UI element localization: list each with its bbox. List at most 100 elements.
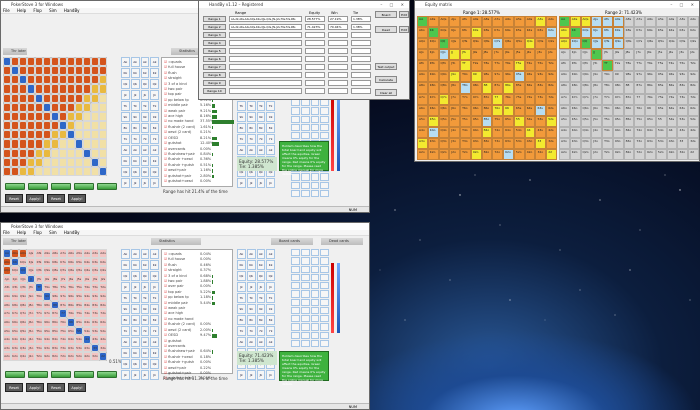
- card-slot[interactable]: [291, 132, 300, 140]
- card-slot[interactable]: Ak: [140, 337, 150, 347]
- equity-cell[interactable]: A4o: [559, 126, 570, 138]
- range-button[interactable]: Range 7: [203, 64, 226, 70]
- range-button[interactable]: Range 6: [203, 56, 226, 62]
- grid-button-3[interactable]: [51, 183, 71, 190]
- hand-cell[interactable]: 33: [91, 343, 99, 353]
- checkbox-icon[interactable]: ☑: [164, 109, 167, 113]
- checkbox-icon[interactable]: ☑: [164, 76, 167, 80]
- card-slot[interactable]: 7k: [266, 134, 275, 144]
- card-slot[interactable]: Kk: [150, 68, 159, 78]
- equity-cell[interactable]: Q5s: [655, 38, 667, 50]
- equity-cell[interactable]: 52o: [513, 148, 525, 160]
- equity-cell[interactable]: J5s: [513, 49, 525, 61]
- equity-cell[interactable]: J5s: [655, 49, 667, 61]
- hand-cell[interactable]: J7s: [59, 274, 67, 284]
- hand-cell[interactable]: Q5s: [75, 266, 83, 275]
- hand-cell[interactable]: T7s: [59, 283, 67, 293]
- hand-cell[interactable]: J2s: [99, 274, 107, 284]
- apply-button-2[interactable]: Apply!: [68, 383, 86, 392]
- card-slot[interactable]: [300, 339, 310, 347]
- equity-cell[interactable]: K6o: [569, 104, 581, 116]
- equity-cell[interactable]: 76o: [634, 104, 646, 116]
- equity-cell[interactable]: T7o: [460, 93, 471, 105]
- hand-cell[interactable]: J6s: [67, 274, 75, 284]
- equity-cell[interactable]: K5s: [655, 27, 667, 39]
- card-slot[interactable]: 8k: [121, 315, 130, 325]
- hand-cell[interactable]: A5s: [75, 249, 83, 258]
- hand-cell[interactable]: [59, 111, 67, 122]
- card-slot[interactable]: [291, 323, 300, 331]
- menu-flop[interactable]: Flop: [33, 230, 41, 235]
- equity-cell[interactable]: J8o: [591, 82, 603, 94]
- equity-cell[interactable]: AA: [417, 16, 428, 28]
- hand-cell[interactable]: [35, 57, 43, 67]
- equity-cell[interactable]: JJ: [449, 49, 461, 61]
- hand-cell[interactable]: 98o: [43, 300, 51, 310]
- equity-cell[interactable]: K5o: [569, 115, 581, 127]
- hand-cell[interactable]: T8o: [35, 300, 43, 310]
- card-slot[interactable]: Kk: [121, 260, 130, 270]
- equity-cell[interactable]: 32s: [688, 137, 699, 149]
- hand-cell[interactable]: [43, 121, 51, 131]
- hand-cell[interactable]: [83, 121, 91, 131]
- equity-cell[interactable]: 84s: [666, 82, 678, 94]
- equity-cell[interactable]: KK: [427, 27, 439, 39]
- card-slot[interactable]: 7k: [130, 326, 140, 336]
- checkbox-icon[interactable]: ☑: [164, 263, 167, 267]
- equity-cell[interactable]: Q4o: [438, 126, 450, 138]
- card-slot[interactable]: Jk: [266, 370, 275, 380]
- range-button[interactable]: Range 4: [203, 40, 226, 46]
- card-slot[interactable]: Tk: [150, 101, 159, 111]
- hand-cell[interactable]: 96o: [43, 317, 51, 327]
- hand-cell[interactable]: Q9o: [19, 292, 27, 301]
- hand-cell[interactable]: [99, 121, 107, 131]
- hand-cell[interactable]: [75, 130, 83, 140]
- equity-cell[interactable]: T8s: [623, 60, 635, 72]
- grid-button-4[interactable]: [74, 183, 94, 190]
- checkbox-icon[interactable]: ☑: [164, 114, 167, 118]
- card-slot[interactable]: [291, 298, 300, 306]
- equity-cell[interactable]: Q3o: [438, 137, 450, 149]
- edit-button[interactable]: Edit: [399, 26, 409, 33]
- hand-cell[interactable]: K9s: [43, 257, 51, 267]
- card-slot[interactable]: [291, 339, 300, 347]
- equity-cell[interactable]: J8s: [623, 49, 635, 61]
- hand-cell[interactable]: T9o: [35, 292, 43, 301]
- hand-cell[interactable]: T7o: [35, 309, 43, 318]
- equity-cell[interactable]: 63o: [645, 137, 656, 149]
- hand-cell[interactable]: Q3o: [19, 343, 27, 353]
- equity-cell[interactable]: A4o: [417, 126, 428, 138]
- card-slot[interactable]: Qk: [130, 271, 140, 281]
- card-slot[interactable]: [320, 107, 329, 115]
- equity-cell[interactable]: J3s: [677, 49, 689, 61]
- equity-matrix-range2[interactable]: AA AKs AQs AJs ATs A9s A8s A7s A6s A5s A4s A3s A2s AK…: [559, 16, 699, 160]
- hand-cell[interactable]: [43, 148, 51, 158]
- card-slot[interactable]: 9k: [140, 304, 150, 314]
- hand-cell[interactable]: A4s: [83, 249, 91, 258]
- hand-cell[interactable]: [67, 75, 75, 85]
- equity-cell[interactable]: T9s: [612, 60, 624, 72]
- hand-cell[interactable]: A4o: [3, 335, 11, 344]
- equity-cell[interactable]: T8o: [460, 82, 471, 94]
- equity-cell[interactable]: 72o: [634, 148, 646, 160]
- equity-cell[interactable]: Q6o: [438, 104, 450, 116]
- equity-cell[interactable]: T3s: [535, 60, 547, 72]
- equity-cell[interactable]: Q4o: [580, 126, 592, 138]
- card-slot[interactable]: [310, 339, 320, 347]
- checkbox-icon[interactable]: ☑: [164, 339, 167, 343]
- hand-cell[interactable]: K7o: [11, 309, 19, 318]
- card-slot[interactable]: Ak: [121, 57, 130, 67]
- card-slot[interactable]: Ak: [130, 145, 140, 155]
- checkbox-icon[interactable]: ☑: [164, 179, 167, 183]
- card-slot[interactable]: [320, 290, 329, 298]
- equity-cell[interactable]: JJ: [591, 49, 603, 61]
- card-slot[interactable]: [320, 189, 329, 197]
- hand-cell[interactable]: K6o: [11, 317, 19, 327]
- equity-cell[interactable]: JTo: [449, 60, 461, 72]
- equity-cell[interactable]: 52o: [655, 148, 667, 160]
- hand-cell[interactable]: T5s: [75, 283, 83, 293]
- hand-cell[interactable]: [3, 66, 11, 76]
- equity-cell[interactable]: 95o: [612, 115, 624, 127]
- card-slot[interactable]: [310, 298, 320, 306]
- equity-cell[interactable]: J7o: [449, 93, 461, 105]
